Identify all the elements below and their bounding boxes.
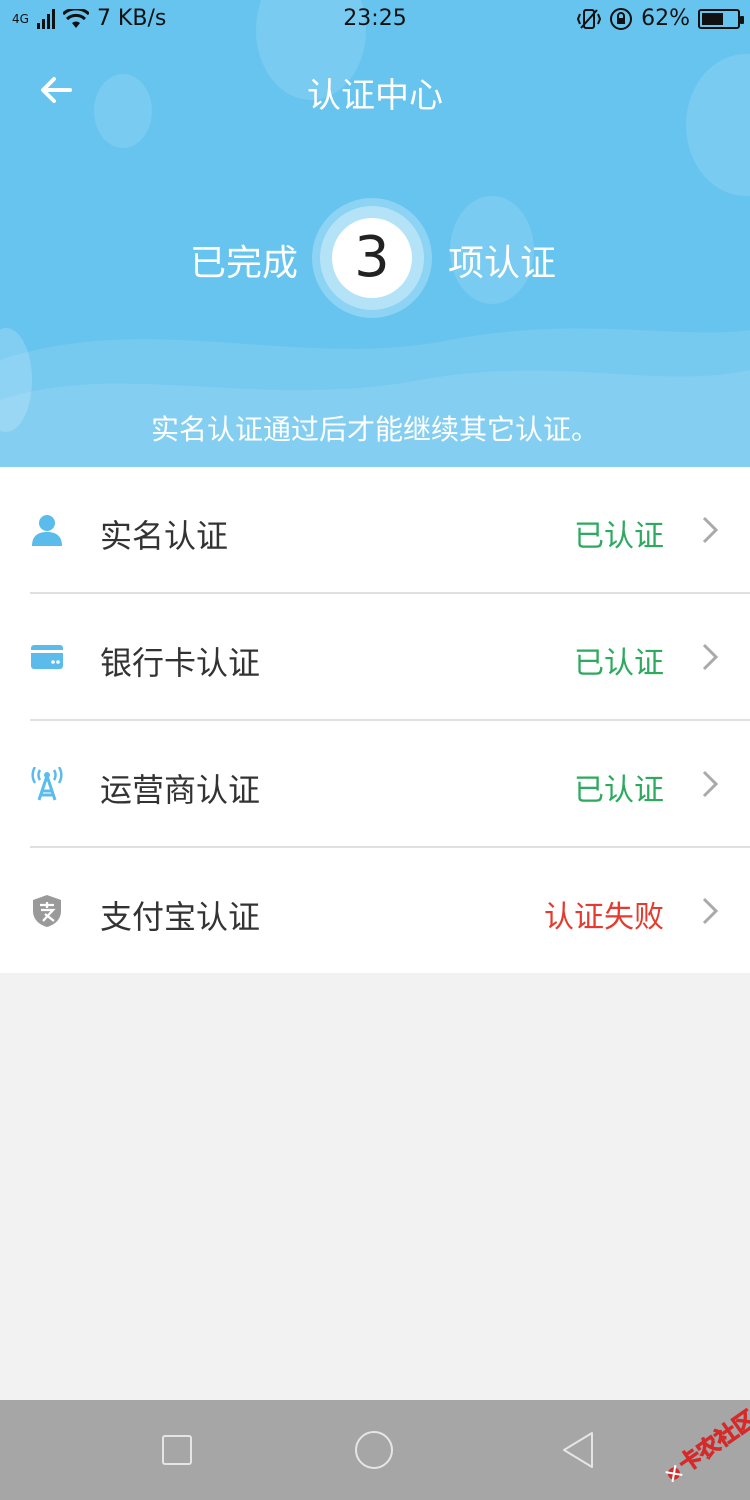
vibrate-icon: [577, 8, 602, 29]
chevron-right-icon: [702, 770, 719, 798]
chevron-right-icon: [702, 516, 719, 544]
battery-fill: [702, 12, 723, 25]
completed-suffix: 项认证: [448, 243, 557, 284]
completion-summary: 已完成 3 项认证: [0, 196, 750, 320]
person-icon: [32, 515, 62, 546]
item-label: 实名认证: [100, 517, 229, 555]
verification-list: 实名认证 已认证 银行卡认证 已认证 运营商认证 已认证 支付宝认证 认证失败: [0, 467, 750, 973]
alipay-icon: [33, 895, 61, 927]
battery-icon: [698, 8, 744, 29]
item-label: 银行卡认证: [100, 644, 261, 682]
recent-apps-button[interactable]: [162, 1435, 192, 1465]
completed-count: 3: [332, 218, 412, 298]
hint-text: 实名认证通过后才能继续其它认证。: [150, 413, 599, 446]
home-button[interactable]: [355, 1431, 393, 1469]
verify-item-real-name[interactable]: 实名认证 已认证: [0, 467, 750, 593]
header: 4G 7 KB/s 23:25 62% 认证中心 已完成 3 项认证 实名认证通…: [0, 0, 750, 467]
watermark-logo: 卡农社区: [665, 1405, 750, 1483]
item-status: 已认证: [574, 519, 664, 554]
count-badge: 3: [312, 198, 432, 318]
rotation-lock-icon: [610, 7, 633, 30]
item-status: 已认证: [574, 646, 664, 681]
system-back-button[interactable]: [560, 1430, 596, 1470]
signal-tower-icon: [31, 767, 63, 801]
system-nav-bar: [0, 1400, 750, 1500]
svg-text:卡农社区: 卡农社区: [674, 1406, 750, 1478]
item-status: 已认证: [574, 773, 664, 808]
item-status: 认证失败: [544, 900, 664, 935]
status-bar: 4G 7 KB/s 23:25 62%: [0, 0, 750, 38]
page-title: 认证中心: [307, 76, 443, 116]
item-label: 运营商认证: [100, 771, 261, 809]
verify-item-bank-card[interactable]: 银行卡认证 已认证: [0, 594, 750, 720]
verify-item-alipay[interactable]: 支付宝认证 认证失败: [0, 848, 750, 974]
item-label: 支付宝认证: [100, 898, 261, 936]
completed-prefix: 已完成: [190, 243, 299, 284]
chevron-right-icon: [702, 643, 719, 671]
chevron-right-icon: [702, 897, 719, 925]
verify-item-carrier[interactable]: 运营商认证 已认证: [0, 721, 750, 847]
battery-percent: 62%: [641, 6, 690, 31]
bank-card-icon: [31, 645, 63, 669]
